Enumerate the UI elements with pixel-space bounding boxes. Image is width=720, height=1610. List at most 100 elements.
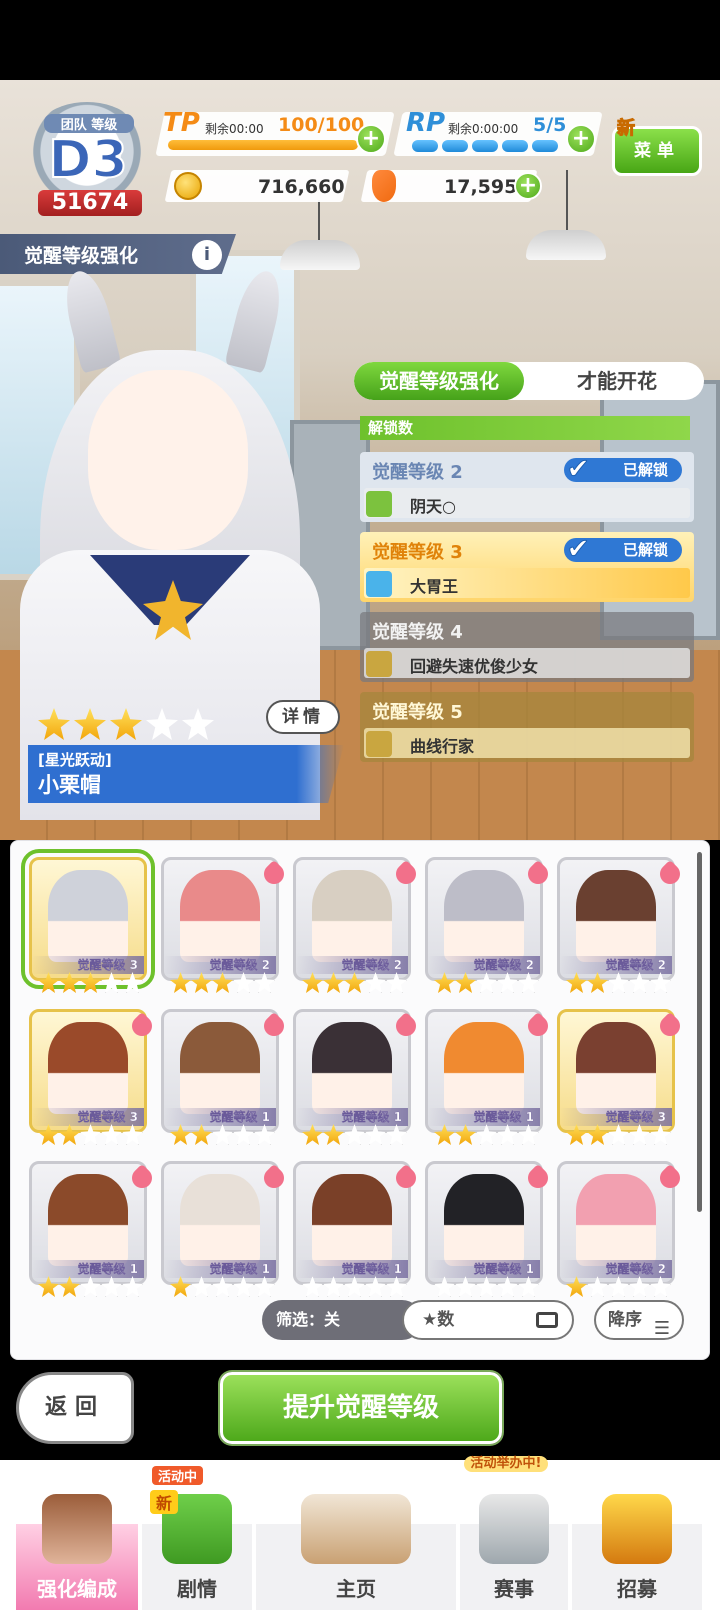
roster-card[interactable]: 觉醒等级 3	[21, 849, 155, 993]
rp-add-button[interactable]: +	[566, 124, 596, 154]
card-stars	[170, 1276, 275, 1301]
roster-card[interactable]: 觉醒等级 1	[425, 1009, 553, 1145]
event-tag: 活动中	[152, 1466, 204, 1485]
carrot-icon	[372, 170, 396, 202]
favorite-carrot-icon	[391, 1163, 421, 1193]
star-filled-icon	[170, 1124, 191, 1145]
new-badge: 新	[150, 1490, 179, 1514]
card-stars	[434, 1276, 539, 1301]
roster-card[interactable]: 觉醒等级 2	[161, 857, 289, 993]
tp-add-button[interactable]: +	[356, 124, 386, 154]
character-chibi-icon	[42, 1494, 112, 1564]
coin-icon	[174, 172, 202, 200]
roster-grid[interactable]: 觉醒等级 3 觉醒等级 2 觉醒等级 2 觉醒等级 2 觉醒等级 2 觉醒等级 3 觉醒等级…	[10, 840, 710, 1360]
roster-card[interactable]: 觉醒等级 2	[425, 857, 553, 993]
team-rank-score: 51674	[38, 190, 142, 216]
nav-race[interactable]: 活动举办中! 赛事	[460, 1456, 568, 1610]
star-empty-icon	[365, 1124, 386, 1145]
star-filled-icon	[59, 972, 80, 993]
card-stars	[302, 1124, 407, 1149]
star-filled-icon	[434, 1124, 455, 1145]
detail-button[interactable]: 详情	[266, 700, 340, 734]
favorite-carrot-icon	[655, 1163, 685, 1193]
team-rank-badge[interactable]: 团队 等级 D3 51674	[14, 92, 160, 222]
character-portrait-icon	[180, 1174, 260, 1266]
tp-progress-bar	[168, 140, 358, 150]
favorite-carrot-icon	[127, 1011, 157, 1041]
nav-enhance[interactable]: 强化编成	[16, 1494, 138, 1610]
roster-card[interactable]: 觉醒等级 1	[425, 1161, 553, 1297]
sort-order-button[interactable]: 降序 ☰	[594, 1300, 684, 1340]
skill-name: 回避失速优俊少女	[410, 657, 539, 676]
star-empty-icon	[497, 1124, 518, 1145]
star-filled-icon	[302, 1124, 323, 1145]
star-empty-icon	[191, 1276, 212, 1297]
skill-name: 大胃王	[410, 577, 459, 596]
character-portrait-icon	[576, 1022, 656, 1114]
awakening-level-2[interactable]: 觉醒等级 2 已解锁 ✔ 阴天○	[360, 452, 694, 522]
level-title: 觉醒等级 4	[372, 622, 463, 643]
roster-card[interactable]: 觉醒等级 1	[29, 1161, 157, 1297]
roster-card[interactable]: 觉醒等级 1	[161, 1009, 289, 1145]
star-empty-icon	[629, 1124, 650, 1145]
roster-card[interactable]: 觉醒等级 1	[161, 1161, 289, 1297]
star-filled-icon	[59, 1276, 80, 1297]
roster-card[interactable]: 觉醒等级 1	[293, 1161, 421, 1297]
rp-pip	[442, 140, 468, 152]
nav-label: 主页	[336, 1577, 376, 1601]
awakening-level-5[interactable]: 觉醒等级 5 曲线行家	[360, 692, 694, 762]
nav-gacha[interactable]: 招募	[572, 1494, 702, 1610]
raise-awakening-button[interactable]: 提升觉醒等级	[220, 1372, 502, 1444]
roster-card[interactable]: 觉醒等级 2	[293, 857, 421, 993]
menu-button[interactable]: 新 菜单	[612, 118, 702, 176]
rp-pip	[502, 140, 528, 152]
skill-icon	[366, 651, 392, 677]
cards-icon	[536, 1312, 558, 1328]
skill-icon	[366, 491, 392, 517]
filter-toggle[interactable]: 筛选：关	[262, 1300, 422, 1340]
character-portrait-icon	[48, 1022, 128, 1114]
character-portrait-icon	[180, 1022, 260, 1114]
star-filled-icon	[323, 972, 344, 993]
nav-label: 强化编成	[37, 1577, 117, 1601]
favorite-carrot-icon	[259, 859, 289, 889]
roster-card[interactable]: 觉醒等级 3	[29, 1009, 157, 1145]
tp-value: 100/100	[278, 114, 365, 136]
star-filled-icon	[587, 972, 608, 993]
favorite-carrot-icon	[523, 1163, 553, 1193]
roster-scrollbar[interactable]	[697, 852, 702, 1212]
back-button[interactable]: 返回	[16, 1372, 134, 1444]
tab-awakening[interactable]: 觉醒等级强化	[354, 362, 524, 400]
carrot-add-button[interactable]: +	[514, 172, 542, 200]
favorite-carrot-icon	[523, 1011, 553, 1041]
tab-talent-bloom[interactable]: 才能开花	[532, 362, 702, 400]
star-empty-icon	[233, 1124, 254, 1145]
rp-value: 5/5	[533, 114, 567, 136]
roster-card[interactable]: 觉醒等级 1	[293, 1009, 421, 1145]
star-empty-icon	[608, 1276, 629, 1297]
sort-key-label: ★数	[422, 1310, 455, 1330]
section-title: 觉醒等级强化	[24, 245, 139, 267]
rp-pip	[472, 140, 498, 152]
roster-card[interactable]: 觉醒等级 2	[557, 1161, 685, 1297]
star-empty-icon	[476, 1124, 497, 1145]
nav-home[interactable]: 主页	[256, 1494, 456, 1610]
star-empty-icon	[629, 1276, 650, 1297]
star-empty-icon	[254, 972, 275, 993]
roster-card[interactable]: 觉醒等级 2	[557, 857, 685, 993]
nav-story[interactable]: 活动中 新 剧情	[142, 1466, 252, 1610]
character-portrait-icon	[180, 870, 260, 962]
character-name-box: [星光跃动] 小栗帽	[28, 745, 344, 803]
roster-card[interactable]: 觉醒等级 3	[557, 1009, 685, 1145]
star-empty-icon	[476, 972, 497, 993]
star-empty-icon	[323, 1276, 344, 1297]
info-icon[interactable]: i	[192, 240, 222, 270]
sort-key-button[interactable]: ★数	[402, 1300, 574, 1340]
star-filled-icon	[212, 972, 233, 993]
level-title: 觉醒等级 2	[372, 462, 463, 483]
star-filled-icon	[38, 972, 59, 993]
awakening-level-4[interactable]: 觉醒等级 4 回避失速优俊少女	[360, 612, 694, 682]
star-empty-icon	[344, 1276, 365, 1297]
card-stars	[566, 972, 671, 997]
awakening-level-3[interactable]: 觉醒等级 3 已解锁 ✔ 大胃王	[360, 532, 694, 602]
